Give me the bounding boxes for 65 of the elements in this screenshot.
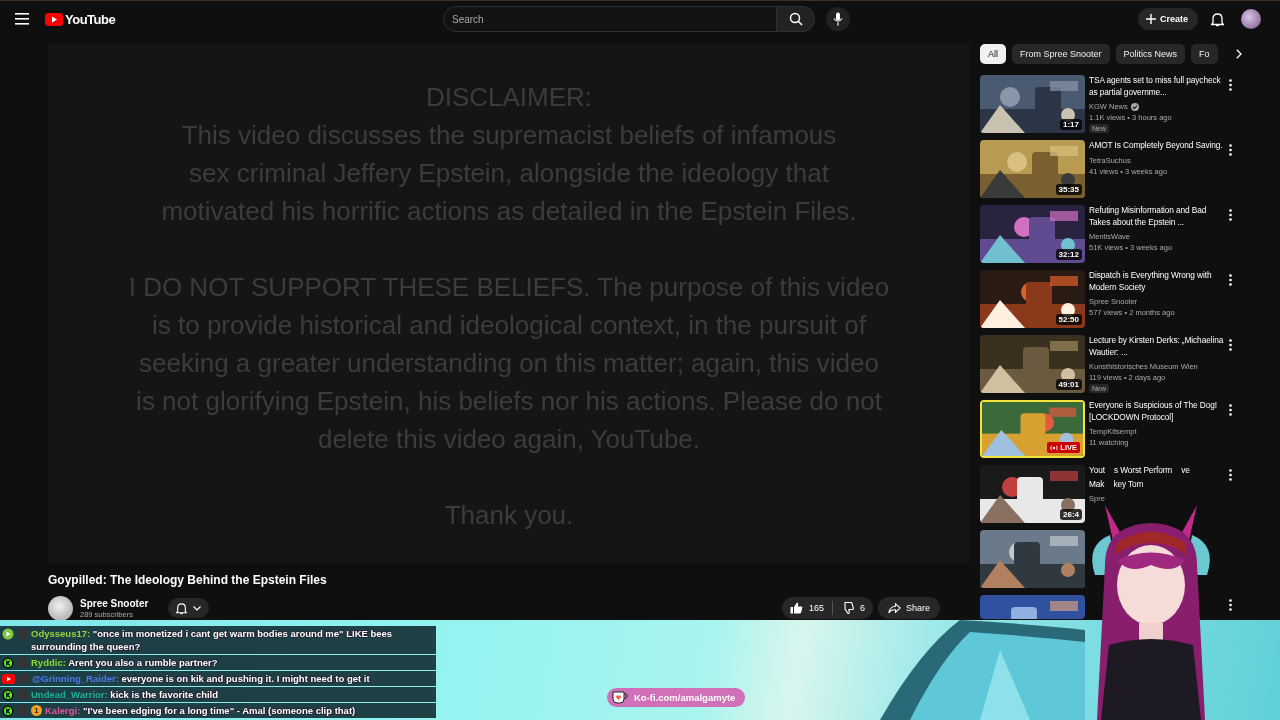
video-title: Goypilled: The Ideology Behind the Epstein Files (48, 573, 328, 587)
channel-avatar[interactable] (48, 595, 73, 621)
more-options-icon[interactable] (1229, 469, 1232, 481)
video-title[interactable]: Refuting Misinformation and Bad Takes about the Epstein ... (1089, 205, 1225, 228)
microphone-button[interactable] (826, 7, 850, 31)
chat-message: Kalergi: "I've been edging for a long time" - Amal (someone clip that) (45, 704, 356, 717)
platform-icon (2, 704, 14, 717)
notification-bell-button[interactable] (168, 598, 210, 618)
share-arrow-icon (887, 602, 901, 614)
like-button[interactable]: 165 (781, 597, 832, 619)
menu-icon[interactable] (15, 13, 29, 25)
video-duration: 52:50 (1055, 314, 1082, 325)
account-avatar[interactable] (1241, 9, 1261, 29)
filter-chip[interactable]: Politics News (1115, 44, 1186, 64)
chat-message: Ryddic: Arent you also a rumble partner? (31, 656, 218, 669)
channel-name[interactable]: Spree Snooter (80, 597, 149, 609)
video-title-fragment[interactable]: key Tom (1113, 478, 1144, 490)
chevron-down-icon (193, 605, 202, 611)
share-button[interactable]: Share (877, 597, 940, 619)
bell-icon (176, 601, 188, 615)
video-title[interactable]: AMOT Is Completely Beyond Saving. (1089, 140, 1225, 152)
search-field[interactable]: Search (443, 6, 777, 32)
search-button[interactable] (777, 6, 815, 32)
more-options-icon[interactable] (1229, 599, 1232, 611)
video-duration: 1:17 (1060, 119, 1082, 130)
video-title[interactable]: Everyone is Suspicious of The Dog! [LOCKDOWN Protocol] (1089, 400, 1225, 423)
filter-chip[interactable]: Fo (1191, 44, 1218, 64)
more-options-icon[interactable] (1229, 144, 1232, 156)
video-title-fragment[interactable]: ve (1181, 465, 1190, 477)
video-title[interactable]: TSA agents set to miss full paycheck as partial governme... (1089, 75, 1225, 98)
video-duration: 35:35 (1055, 184, 1082, 195)
video-duration: 49:01 (1055, 379, 1082, 390)
more-options-icon[interactable] (1229, 339, 1232, 351)
chat-message: Odysseus17: "once im monetized i cant get warm bodies around me" LIKE bees surrounding the queen? (31, 627, 394, 653)
platform-icon (2, 627, 14, 640)
more-options-icon[interactable] (1229, 79, 1232, 91)
video-title[interactable]: Dispatch is Everything Wrong with Modern Society (1089, 270, 1225, 293)
filter-chip[interactable]: From Spree Snooter (1012, 44, 1110, 64)
search-icon (788, 12, 803, 26)
video-duration: 26:4 (1060, 509, 1082, 520)
video-title-fragment[interactable]: s Worst Perform (1113, 465, 1173, 477)
logo-text[interactable]: YouTube (65, 11, 116, 27)
notifications-icon[interactable] (1211, 11, 1224, 27)
video-title-fragment[interactable]: Mak (1089, 478, 1105, 490)
microphone-icon (833, 12, 843, 26)
play-logo-icon (45, 12, 63, 26)
thumbs-up-icon (789, 602, 803, 614)
platform-icon (2, 656, 14, 669)
broadcast-icon (1050, 444, 1059, 451)
platform-icon (2, 688, 14, 701)
dislike-button[interactable]: 6 (832, 597, 873, 619)
filter-chip[interactable]: All (980, 44, 1006, 64)
more-options-icon[interactable] (1229, 209, 1232, 221)
plus-icon (1146, 14, 1156, 24)
video-title-fragment[interactable]: Yout (1089, 465, 1105, 477)
more-options-icon[interactable] (1229, 274, 1232, 286)
create-button[interactable]: Create (1138, 8, 1198, 30)
chat-message: @Grinning_Raider: everyone is on kik and pushing it. I might need to get it (32, 672, 370, 685)
coffee-cup-icon (612, 691, 628, 704)
platform-icon (2, 673, 15, 684)
chevron-right-icon[interactable] (1235, 49, 1242, 59)
chat-message: Undead_Warrior: kick is the favorite child (31, 688, 219, 701)
more-options-icon[interactable] (1229, 404, 1232, 416)
video-duration: 32:12 (1055, 249, 1082, 260)
video-title[interactable]: Lecture by Kirsten Derks: „Michaelina Wautier: ... (1089, 335, 1225, 358)
